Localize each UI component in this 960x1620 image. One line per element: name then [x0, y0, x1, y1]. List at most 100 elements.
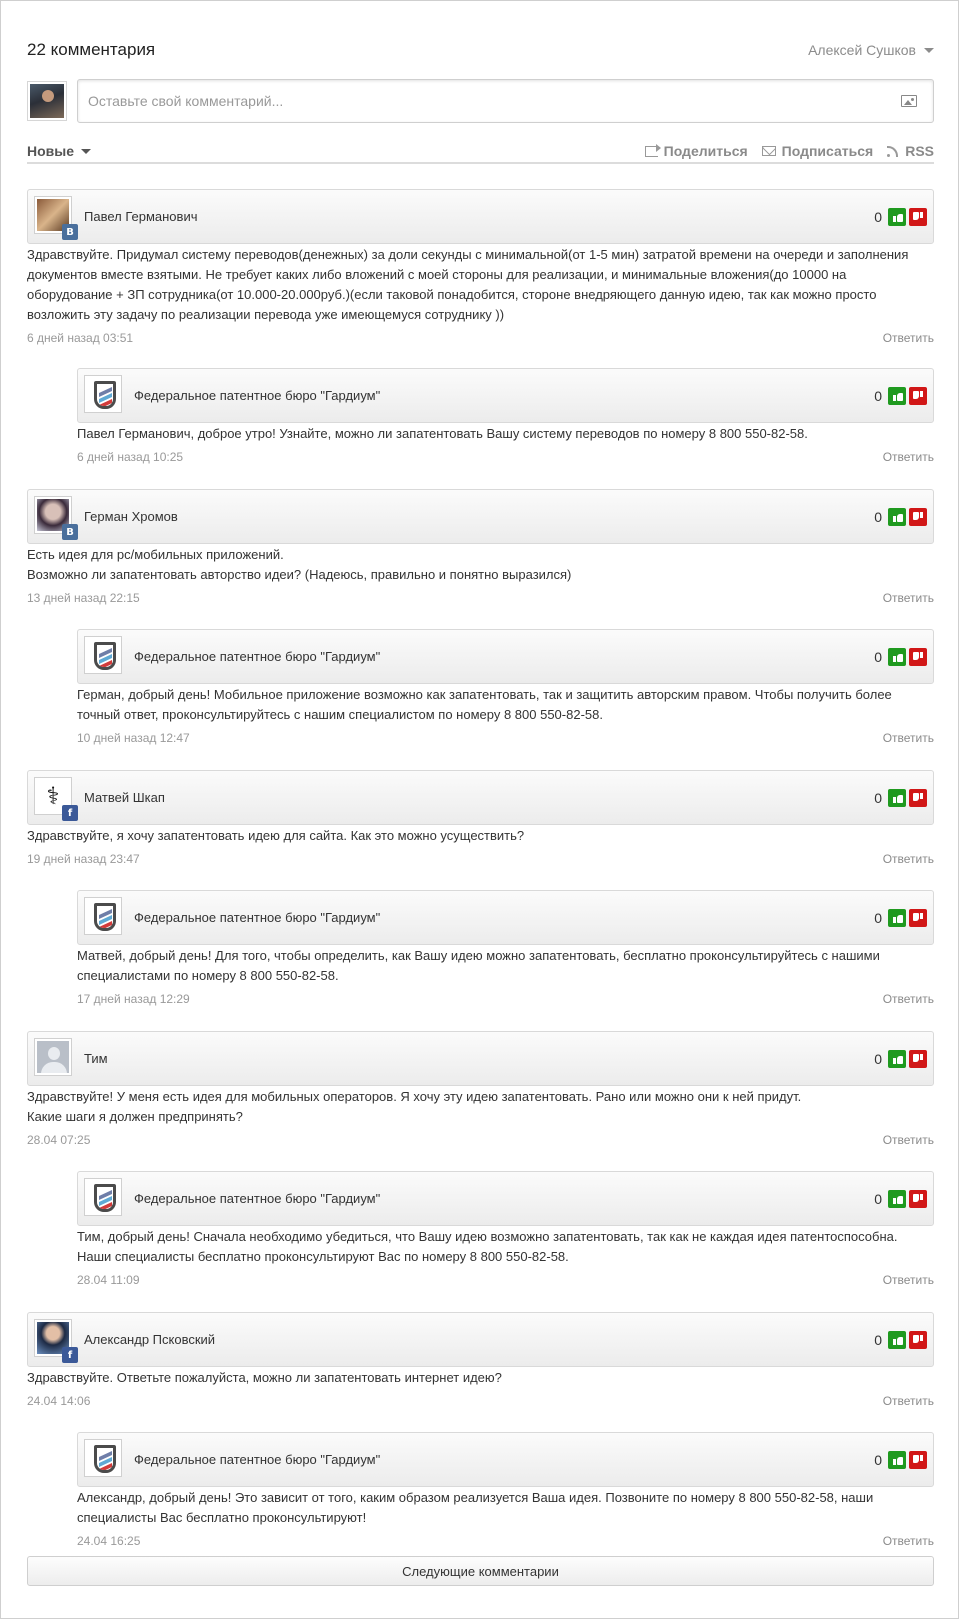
- thumbs-up-icon[interactable]: [888, 208, 906, 226]
- share-button[interactable]: Поделиться: [644, 143, 748, 159]
- thumbs-up-icon[interactable]: [888, 1050, 906, 1068]
- thumbs-down-icon[interactable]: [909, 508, 927, 526]
- mail-icon: [761, 146, 776, 156]
- thumbs-down-icon[interactable]: [909, 387, 927, 405]
- avatar[interactable]: [34, 1038, 74, 1078]
- thumbs-down-icon[interactable]: [909, 1050, 927, 1068]
- reply-button[interactable]: Ответить: [883, 992, 934, 1006]
- thumbs-down-icon[interactable]: [909, 208, 927, 226]
- comment-text: Александр, добрый день! Это зависит от т…: [77, 1490, 874, 1525]
- comment-meta: 17 дней назад 12:29 Ответить: [77, 992, 934, 1006]
- comment-text: Здравствуйте. Придумал систему переводов…: [27, 247, 909, 322]
- comment-meta: 13 дней назад 22:15 Ответить: [27, 591, 934, 605]
- thumbs-down-icon[interactable]: [909, 1331, 927, 1349]
- comment-author[interactable]: Федеральное патентное бюро "Гардиум": [134, 1452, 380, 1467]
- avatar: [27, 81, 67, 121]
- thumbs-down-icon[interactable]: [909, 1451, 927, 1469]
- comment: В Герман Хромов 0 Есть идея для pc/мобил…: [27, 489, 934, 605]
- reply-button[interactable]: Ответить: [883, 591, 934, 605]
- comment-author[interactable]: Павел Германович: [84, 209, 197, 224]
- comment-time: 24.04 14:06: [27, 1394, 91, 1408]
- comment-reply: Федеральное патентное бюро "Гардиум" 0 П…: [77, 368, 934, 464]
- reply-button[interactable]: Ответить: [883, 852, 934, 866]
- comment-input-placeholder: Оставьте свой комментарий...: [88, 93, 284, 109]
- vote-controls: 0: [874, 1331, 927, 1349]
- comment-author[interactable]: Федеральное патентное бюро "Гардиум": [134, 388, 380, 403]
- thumbs-down-icon[interactable]: [909, 789, 927, 807]
- comment-header: Федеральное патентное бюро "Гардиум" 0: [77, 368, 934, 423]
- reply-button[interactable]: Ответить: [883, 1133, 934, 1147]
- avatar[interactable]: [84, 1178, 124, 1218]
- comment-text: Матвей, добрый день! Для того, чтобы опр…: [77, 948, 880, 983]
- reply-button[interactable]: Ответить: [883, 331, 934, 345]
- share-label: Поделиться: [663, 143, 748, 159]
- rss-link[interactable]: RSS: [887, 143, 934, 159]
- share-icon: [644, 143, 661, 157]
- thumbs-up-icon[interactable]: [888, 789, 906, 807]
- comment-meta: 10 дней назад 12:47 Ответить: [77, 731, 934, 745]
- avatar[interactable]: В: [34, 496, 78, 540]
- thumbs-up-icon[interactable]: [888, 1190, 906, 1208]
- thumbs-up-icon[interactable]: [888, 909, 906, 927]
- comment-time: 13 дней назад 22:15: [27, 591, 140, 605]
- thumbs-up-icon[interactable]: [888, 508, 906, 526]
- vote-controls: 0: [874, 508, 927, 526]
- comments-widget: 22 комментария Алексей Сушков Оставьте с…: [0, 0, 959, 1619]
- vote-count: 0: [874, 509, 882, 525]
- avatar[interactable]: ⚕ f: [34, 777, 78, 821]
- avatar[interactable]: [84, 897, 124, 937]
- thumbs-up-icon[interactable]: [888, 387, 906, 405]
- reply-button[interactable]: Ответить: [883, 1534, 934, 1548]
- thumbs-up-icon[interactable]: [888, 1331, 906, 1349]
- vote-count: 0: [874, 1332, 882, 1348]
- avatar[interactable]: f: [34, 1319, 78, 1363]
- thumbs-down-icon[interactable]: [909, 909, 927, 927]
- vote-controls: 0: [874, 1451, 927, 1469]
- comment-author[interactable]: Федеральное патентное бюро "Гардиум": [134, 910, 380, 925]
- avatar[interactable]: [84, 375, 124, 415]
- sort-dropdown[interactable]: Новые: [27, 143, 92, 159]
- reply-button[interactable]: Ответить: [883, 1394, 934, 1408]
- image-upload-icon[interactable]: [901, 95, 917, 107]
- comment-author[interactable]: Тим: [84, 1051, 108, 1066]
- comment-author[interactable]: Матвей Шкап: [84, 790, 165, 805]
- comment-author[interactable]: Герман Хромов: [84, 509, 178, 524]
- thumbs-down-icon[interactable]: [909, 1190, 927, 1208]
- comment-author[interactable]: Федеральное патентное бюро "Гардиум": [134, 649, 380, 664]
- comment-text: Есть идея для pc/мобильных приложений. В…: [27, 547, 572, 582]
- rss-icon: [887, 145, 899, 157]
- user-menu[interactable]: Алексей Сушков: [808, 42, 934, 58]
- thumbs-down-icon[interactable]: [909, 648, 927, 666]
- comment-header: Тим 0: [27, 1031, 934, 1086]
- reply-button[interactable]: Ответить: [883, 1273, 934, 1287]
- thumbs-up-icon[interactable]: [888, 648, 906, 666]
- comment-author[interactable]: Федеральное патентное бюро "Гардиум": [134, 1191, 380, 1206]
- vote-controls: 0: [874, 909, 927, 927]
- avatar[interactable]: В: [34, 196, 78, 240]
- reply-button[interactable]: Ответить: [883, 450, 934, 464]
- subscribe-button[interactable]: Подписаться: [761, 143, 874, 159]
- comment-meta: 6 дней назад 10:25 Ответить: [77, 450, 934, 464]
- comment-text: Здравствуйте! У меня есть идея для мобил…: [27, 1089, 802, 1124]
- reply-button[interactable]: Ответить: [883, 731, 934, 745]
- comment-time: 6 дней назад 10:25: [77, 450, 184, 464]
- avatar[interactable]: [84, 1439, 124, 1479]
- next-comments-button[interactable]: Следующие комментарии: [27, 1556, 934, 1586]
- gardium-logo-icon: [94, 1184, 116, 1212]
- facebook-icon: f: [62, 805, 78, 821]
- avatar[interactable]: [84, 636, 124, 676]
- comment-author[interactable]: Александр Псковский: [84, 1332, 215, 1347]
- comments-header: 22 комментария Алексей Сушков: [27, 35, 934, 65]
- comments-toolbar: Новые Поделиться Подписаться RSS: [27, 140, 934, 164]
- vote-count: 0: [874, 1051, 882, 1067]
- comment-input[interactable]: Оставьте свой комментарий...: [77, 79, 934, 123]
- comment-header: Федеральное патентное бюро "Гардиум" 0: [77, 1432, 934, 1487]
- facebook-icon: f: [62, 1347, 78, 1363]
- thumbs-up-icon[interactable]: [888, 1451, 906, 1469]
- comments-count: 22 комментария: [27, 40, 156, 59]
- subscribe-label: Подписаться: [781, 143, 874, 159]
- comment-time: 19 дней назад 23:47: [27, 852, 140, 866]
- vote-controls: 0: [874, 648, 927, 666]
- vote-count: 0: [874, 1191, 882, 1207]
- vote-controls: 0: [874, 387, 927, 405]
